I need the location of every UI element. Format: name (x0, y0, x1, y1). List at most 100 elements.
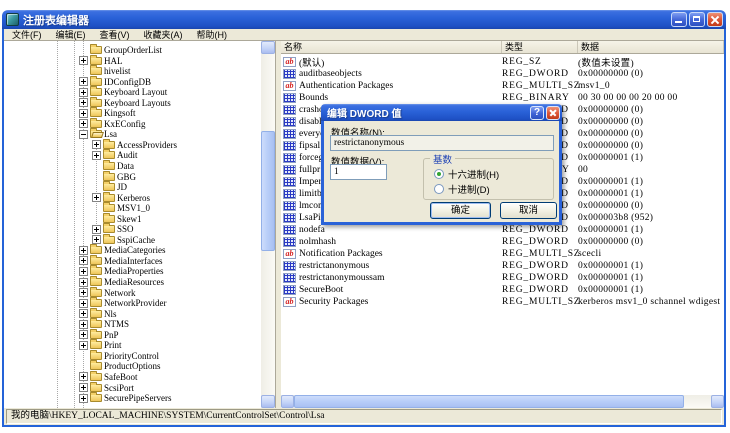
dialog-help-button[interactable] (530, 106, 544, 120)
scroll-left-button[interactable] (281, 395, 294, 408)
cancel-button[interactable]: 取消 (500, 202, 557, 219)
collapse-icon[interactable] (79, 130, 88, 139)
list-row-bounds[interactable]: BoundsREG_BINARY00 30 00 00 00 20 00 00 (281, 92, 724, 104)
expand-icon[interactable] (92, 140, 101, 149)
value-name-input[interactable] (330, 135, 554, 151)
list-row-secureboot[interactable]: SecureBootREG_DWORD0x00000001 (1) (281, 284, 724, 296)
radio-dec-icon[interactable] (434, 184, 444, 194)
expand-icon[interactable] (79, 278, 88, 287)
tree-scrollbar-thumb[interactable] (261, 131, 275, 251)
tree-item-mediacategories[interactable]: MediaCategories (4, 245, 261, 256)
value-name-text: fipsal (299, 141, 320, 151)
list-row-item[interactable]: ab(默认)REG_SZ(数值未设置) (281, 56, 724, 68)
expand-icon[interactable] (79, 372, 88, 381)
expand-icon[interactable] (79, 109, 88, 118)
tree-item-prioritycontrol[interactable]: PriorityControl (4, 351, 261, 362)
tree-item-lsa[interactable]: Lsa (4, 129, 261, 140)
tree-item-mediainterfaces[interactable]: MediaInterfaces (4, 256, 261, 267)
expand-icon[interactable] (79, 246, 88, 255)
tree-item-msv1-0[interactable]: MSV1_0 (4, 203, 261, 214)
tree-item-nls[interactable]: Nls (4, 309, 261, 320)
tree-item-safeboot[interactable]: SafeBoot (4, 372, 261, 383)
dword-value-icon (283, 117, 296, 127)
tree-item-gbg[interactable]: GBG (4, 172, 261, 183)
expand-icon[interactable] (92, 225, 101, 234)
dword-value-icon (283, 213, 296, 223)
tree-item-mediaproperties[interactable]: MediaProperties (4, 266, 261, 277)
tree-item-mediaresources[interactable]: MediaResources (4, 277, 261, 288)
list-horizontal-scrollbar[interactable] (281, 395, 724, 408)
expand-icon[interactable] (79, 256, 88, 265)
radio-option-hex[interactable]: 十六进制(H) (434, 167, 499, 181)
tree-item-label: HAL (104, 56, 123, 67)
tree-vertical-scrollbar[interactable] (261, 41, 275, 408)
tree-item-kingsoft[interactable]: Kingsoft (4, 108, 261, 119)
expand-icon[interactable] (79, 267, 88, 276)
radio-hex-icon[interactable] (434, 169, 444, 179)
expand-icon[interactable] (79, 320, 88, 329)
tree-item-jd[interactable]: JD (4, 182, 261, 193)
tree-item-securepipeservers[interactable]: SecurePipeServers (4, 393, 261, 404)
scroll-right-button[interactable] (711, 395, 724, 408)
column-header-item[interactable]: 名称 (281, 41, 502, 53)
tree-item-scsiport[interactable]: ScsiPort (4, 383, 261, 394)
tree-item-skew1[interactable]: Skew1 (4, 214, 261, 225)
tree-item-sspicache[interactable]: SspiCache (4, 235, 261, 246)
scroll-up-button[interactable] (261, 41, 275, 54)
expand-icon[interactable] (79, 299, 88, 308)
tree-item-data[interactable]: Data (4, 161, 261, 172)
radio-option-dec[interactable]: 十进制(D) (434, 182, 490, 196)
expand-icon[interactable] (79, 288, 88, 297)
dialog-close-button[interactable] (546, 106, 560, 120)
tree-item-networkprovider[interactable]: NetworkProvider (4, 298, 261, 309)
expand-icon[interactable] (79, 77, 88, 86)
tree-item-hivelist[interactable]: hivelist (4, 66, 261, 77)
expand-icon[interactable] (79, 98, 88, 107)
expand-icon[interactable] (79, 56, 88, 65)
tree-item-keyboard-layout[interactable]: Keyboard Layout (4, 87, 261, 98)
expand-icon[interactable] (92, 235, 101, 244)
tree-item-kxeconfig[interactable]: KxEConfig (4, 119, 261, 130)
expand-icon[interactable] (79, 309, 88, 318)
list-row-nolmhash[interactable]: nolmhashREG_DWORD0x00000000 (0) (281, 236, 724, 248)
expand-icon[interactable] (79, 383, 88, 392)
tree-item-idconfigdb[interactable]: IDConfigDB (4, 77, 261, 88)
tree-item-network[interactable]: Network (4, 288, 261, 299)
maximize-button[interactable] (689, 12, 705, 27)
list-row-restrictanonymoussam[interactable]: restrictanonymoussamREG_DWORD0x00000001 … (281, 272, 724, 284)
scroll-down-button[interactable] (261, 395, 275, 408)
tree-item-kerberos[interactable]: Kerberos (4, 193, 261, 204)
ok-button[interactable]: 确定 (430, 202, 491, 219)
tree-item-productoptions[interactable]: ProductOptions (4, 361, 261, 372)
expand-icon[interactable] (92, 151, 101, 160)
list-row-auditbaseobjects[interactable]: auditbaseobjectsREG_DWORD0x00000000 (0) (281, 68, 724, 80)
close-button[interactable] (707, 12, 723, 27)
folder-icon (90, 384, 102, 392)
list-row-authentication-packages[interactable]: abAuthentication PackagesREG_MULTI_SZmsv… (281, 80, 724, 92)
tree-item-grouporderlist[interactable]: GroupOrderList (4, 45, 261, 56)
list-scrollbar-thumb[interactable] (294, 395, 684, 408)
tree-item-ntms[interactable]: NTMS (4, 319, 261, 330)
folder-icon (90, 289, 102, 297)
list-row-restrictanonymous[interactable]: restrictanonymousREG_DWORD0x00000001 (1) (281, 260, 724, 272)
tree-item-hal[interactable]: HAL (4, 56, 261, 67)
value-data-input[interactable] (330, 164, 387, 180)
expand-icon[interactable] (79, 119, 88, 128)
list-row-nodefa[interactable]: nodefaREG_DWORD0x00000001 (1) (281, 224, 724, 236)
expand-icon[interactable] (79, 330, 88, 339)
expand-icon[interactable] (79, 394, 88, 403)
expand-icon[interactable] (79, 88, 88, 97)
column-header-item[interactable]: 数据 (578, 41, 724, 53)
expand-icon[interactable] (92, 193, 101, 202)
tree-item-accessproviders[interactable]: AccessProviders (4, 140, 261, 151)
tree-item-pnp[interactable]: PnP (4, 330, 261, 341)
minimize-button[interactable] (671, 12, 687, 27)
expand-icon[interactable] (79, 341, 88, 350)
tree-item-audit[interactable]: Audit (4, 150, 261, 161)
column-header-item[interactable]: 类型 (502, 41, 578, 53)
tree-item-sso[interactable]: SSO (4, 224, 261, 235)
list-row-security-packages[interactable]: abSecurity PackagesREG_MULTI_SZkerberos … (281, 296, 724, 308)
list-row-notification-packages[interactable]: abNotification PackagesREG_MULTI_SZscecl… (281, 248, 724, 260)
tree-item-print[interactable]: Print (4, 340, 261, 351)
tree-item-keyboard-layouts[interactable]: Keyboard Layouts (4, 98, 261, 109)
